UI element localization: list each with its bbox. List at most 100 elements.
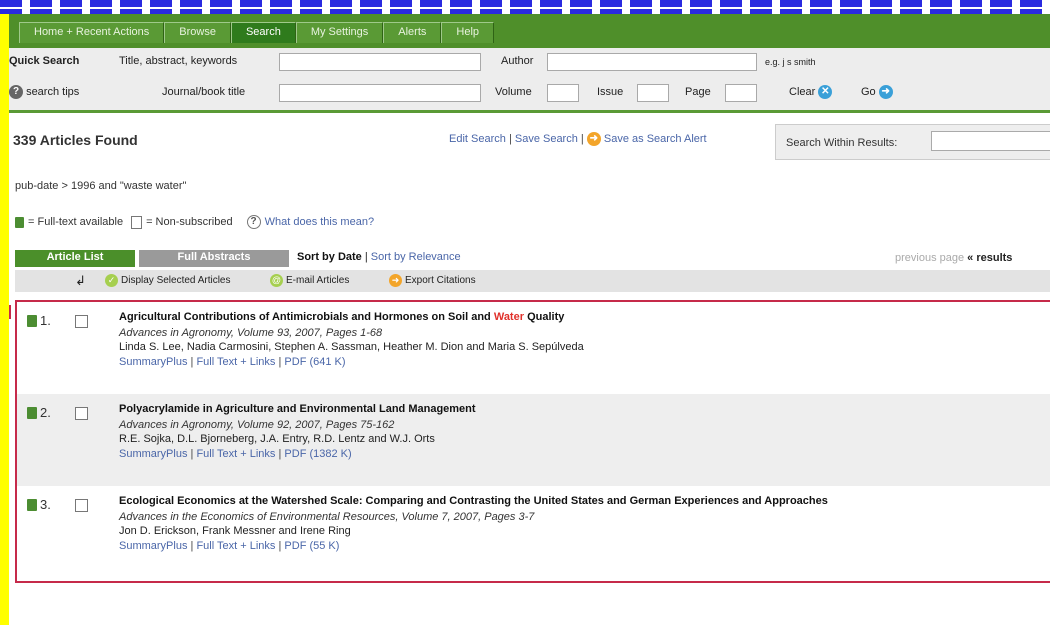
full-text-link[interactable]: Full Text + Links xyxy=(196,448,275,460)
nav-bar: Home + Recent Actions Browse Search My S… xyxy=(9,14,1050,48)
email-articles-label: E-mail Articles xyxy=(286,275,350,286)
tab-search[interactable]: Search xyxy=(230,22,296,43)
export-citations-label: Export Citations xyxy=(405,275,476,286)
full-text-icon xyxy=(27,406,37,419)
full-text-icon xyxy=(15,216,24,228)
edit-search-link[interactable]: Edit Search xyxy=(449,133,506,145)
email-articles-button[interactable]: @ E-mail Articles xyxy=(270,274,349,287)
legend: = Full-text available = Non-subscribed ?… xyxy=(15,215,374,229)
title-abstract-input[interactable] xyxy=(279,53,481,71)
article-title[interactable]: Ecological Economics at the Watershed Sc… xyxy=(119,495,828,507)
pdf-link[interactable]: PDF (641 K) xyxy=(284,356,345,368)
export-citations-button[interactable]: ➜ Export Citations xyxy=(389,274,476,287)
summaryplus-link[interactable]: SummaryPlus xyxy=(119,448,187,460)
article-row: 3. Ecological Economics at the Watershed… xyxy=(17,486,1050,581)
article-list: 1. Agricultural Contributions of Antimic… xyxy=(15,300,1050,583)
tab-browse[interactable]: Browse xyxy=(164,22,231,43)
pdf-link[interactable]: PDF (1382 K) xyxy=(284,448,351,460)
article-authors: Linda S. Lee, Nadia Carmosini, Stephen A… xyxy=(119,341,584,353)
search-tips-link[interactable]: ? search tips xyxy=(9,85,79,99)
go-button[interactable]: Go ➜ xyxy=(861,85,893,99)
article-title[interactable]: Polyacrylamide in Agriculture and Enviro… xyxy=(119,403,476,415)
pdf-link[interactable]: PDF (55 K) xyxy=(284,540,339,552)
nav-tabs: Home + Recent Actions Browse Search My S… xyxy=(19,22,495,43)
go-arrow-icon: ➜ xyxy=(878,85,893,99)
tab-alerts[interactable]: Alerts xyxy=(383,22,442,43)
author-hint: e.g. j s smith xyxy=(765,57,816,67)
actions-bar: ↲ ✓ Display Selected Articles @ E-mail A… xyxy=(15,270,1050,292)
article-source: Advances in the Economics of Environment… xyxy=(119,511,535,523)
separator: | xyxy=(190,448,194,460)
what-does-this-mean-link[interactable]: What does this mean? xyxy=(265,216,374,228)
journal-title-input[interactable] xyxy=(279,84,481,102)
summaryplus-link[interactable]: SummaryPlus xyxy=(119,356,187,368)
title-text: Agricultural Contributions of Antimicrob… xyxy=(119,311,491,323)
search-within-input[interactable] xyxy=(931,131,1050,151)
clear-button[interactable]: Clear ✕ xyxy=(789,85,833,99)
separator: | xyxy=(508,132,512,145)
journal-title-label: Journal/book title xyxy=(162,86,246,98)
clear-label: Clear xyxy=(789,85,816,98)
article-num-label: 1. xyxy=(40,313,51,328)
save-alert-link[interactable]: Save as Search Alert xyxy=(604,133,707,145)
separator: | xyxy=(278,356,282,368)
tab-article-list[interactable]: Article List xyxy=(15,250,135,267)
arrow-down-icon: ↲ xyxy=(75,273,86,288)
full-text-link[interactable]: Full Text + Links xyxy=(196,540,275,552)
results-header: 339 Articles Found Edit Search | Save Se… xyxy=(9,113,1050,163)
results-count: 339 Articles Found xyxy=(13,132,138,148)
issue-input[interactable] xyxy=(637,84,669,102)
full-text-link[interactable]: Full Text + Links xyxy=(196,356,275,368)
article-authors: Jon D. Erickson, Frank Messner and Irene… xyxy=(119,525,351,537)
email-icon: @ xyxy=(270,274,283,287)
article-source: Advances in Agronomy, Volume 92, 2007, P… xyxy=(119,419,395,431)
article-row: 1. Agricultural Contributions of Antimic… xyxy=(17,302,1050,394)
full-text-icon xyxy=(27,314,37,327)
separator: | xyxy=(364,251,368,263)
question-icon: ? xyxy=(246,215,261,229)
volume-label: Volume xyxy=(495,86,532,98)
article-checkbox[interactable] xyxy=(75,499,88,512)
article-title[interactable]: Agricultural Contributions of Antimicrob… xyxy=(119,311,564,323)
author-input[interactable] xyxy=(547,53,757,71)
results-nav-label[interactable]: « results xyxy=(967,252,1012,264)
summaryplus-link[interactable]: SummaryPlus xyxy=(119,540,187,552)
quick-search-panel: Quick Search Title, abstract, keywords A… xyxy=(9,48,1050,113)
author-label: Author xyxy=(501,55,534,67)
article-links: SummaryPlus | Full Text + Links | PDF (6… xyxy=(119,356,346,368)
article-number: 3. xyxy=(27,497,51,512)
sort-by-date[interactable]: Sort by Date xyxy=(297,251,362,263)
quick-search-title: Quick Search xyxy=(9,55,80,67)
sort-options: Sort by Date | Sort by Relevance xyxy=(297,251,461,263)
article-checkbox[interactable] xyxy=(75,407,88,420)
left-yellow-bar xyxy=(0,14,9,625)
article-row: 2. Polyacrylamide in Agriculture and Env… xyxy=(17,394,1050,486)
tab-full-abstracts[interactable]: Full Abstracts xyxy=(139,250,289,267)
alert-icon: ➜ xyxy=(586,132,601,146)
non-subscribed-icon xyxy=(131,215,143,229)
volume-input[interactable] xyxy=(547,84,579,102)
title-text-end: Quality xyxy=(527,311,565,323)
clear-icon: ✕ xyxy=(818,85,833,99)
save-search-link[interactable]: Save Search xyxy=(515,133,578,145)
help-icon: ? xyxy=(9,85,23,99)
check-icon: ✓ xyxy=(105,274,118,287)
previous-page-link[interactable]: previous page xyxy=(895,252,964,264)
sort-by-relevance-link[interactable]: Sort by Relevance xyxy=(371,251,461,263)
top-dashed-border xyxy=(0,0,1050,14)
article-checkbox[interactable] xyxy=(75,315,88,328)
tab-help[interactable]: Help xyxy=(441,22,495,43)
tab-my-settings[interactable]: My Settings xyxy=(295,22,384,43)
go-label: Go xyxy=(861,85,876,98)
page-input[interactable] xyxy=(725,84,757,102)
pagination: previous page « results xyxy=(895,252,1012,264)
article-number: 1. xyxy=(27,313,51,328)
list-tabs-row: Article List Full Abstracts Sort by Date… xyxy=(15,250,1050,270)
display-selected-button[interactable]: ✓ Display Selected Articles xyxy=(105,274,231,287)
article-authors: R.E. Sojka, D.L. Bjorneberg, J.A. Entry,… xyxy=(119,433,435,445)
left-red-marker xyxy=(9,305,11,319)
search-within-box: Search Within Results: xyxy=(775,124,1050,160)
tab-home-recent[interactable]: Home + Recent Actions xyxy=(19,22,165,43)
separator: | xyxy=(278,540,282,552)
export-icon: ➜ xyxy=(389,274,402,287)
